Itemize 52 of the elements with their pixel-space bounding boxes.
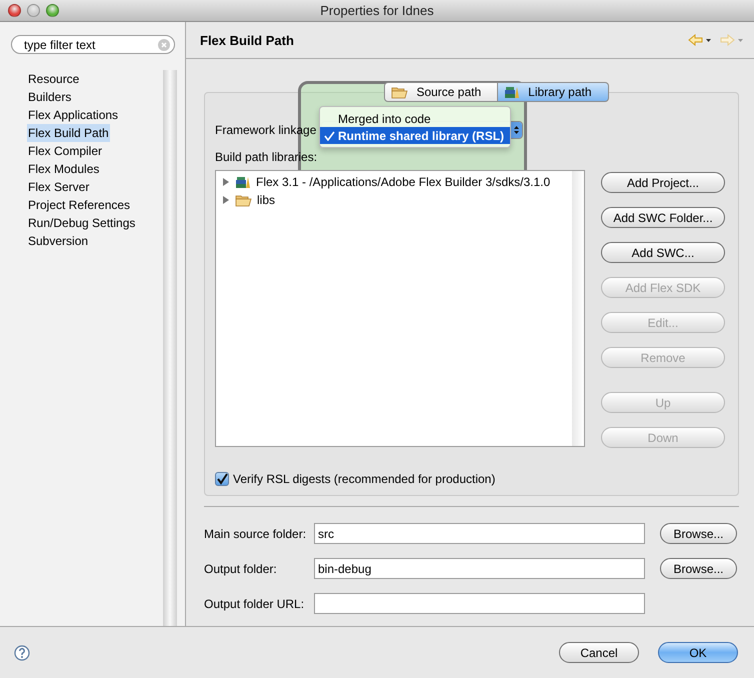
sidebar-item[interactable]: Builders — [27, 88, 72, 106]
forward-arrow-icon[interactable] — [720, 34, 744, 46]
field-label: Output folder: — [204, 562, 278, 576]
library-button[interactable]: Add SWC... — [601, 242, 725, 263]
sidebar-item[interactable]: Flex Applications — [27, 106, 120, 124]
sidebar-item[interactable]: Flex Modules — [27, 160, 100, 178]
field-label: Output folder URL: — [204, 596, 306, 610]
window-title: Properties for Idnes — [319, 3, 435, 18]
tree-item[interactable]: Flex 3.1 - /Applications/Adobe Flex Builder 3/sdks/3.1.0 — [256, 175, 550, 189]
scrollbar[interactable] — [572, 171, 584, 446]
expand-triangle-icon[interactable] — [222, 177, 230, 187]
sidebar-item[interactable]: Flex Build Path — [27, 124, 110, 142]
stepper-icon — [511, 122, 522, 138]
sidebar-item[interactable]: Subversion — [27, 232, 90, 250]
books-icon — [235, 175, 251, 189]
sidebar-item[interactable]: Project References — [27, 196, 132, 214]
library-button[interactable]: Add Project... — [601, 172, 725, 193]
filter-field[interactable]: type filter text — [11, 35, 175, 54]
checkbox[interactable] — [215, 472, 229, 486]
dialog-button[interactable]: OK — [658, 642, 738, 663]
checkmark-icon — [324, 130, 336, 140]
text-field[interactable]: src — [314, 523, 645, 544]
text-field[interactable] — [314, 593, 645, 614]
field-label: Framework linkage — [215, 123, 316, 137]
sidebar-item[interactable]: Flex Compiler — [27, 142, 104, 160]
minimize-icon[interactable] — [27, 4, 40, 17]
menu-item[interactable]: Runtime shared library (RSL) — [320, 127, 510, 144]
sidebar-item[interactable]: Run/Debug Settings — [27, 214, 136, 232]
tab[interactable]: Source path — [384, 82, 498, 102]
browse-button[interactable]: Browse... — [660, 558, 737, 579]
books-icon — [504, 85, 520, 99]
zoom-icon[interactable] — [46, 4, 59, 17]
library-button[interactable]: Add SWC Folder... — [601, 207, 725, 228]
back-arrow-icon[interactable] — [688, 34, 712, 46]
folder-icon — [391, 86, 408, 98]
menu-item[interactable]: Merged into code — [320, 110, 510, 127]
expand-triangle-icon[interactable] — [222, 195, 230, 205]
help-icon[interactable] — [14, 644, 30, 660]
sidebar-item[interactable]: Flex Server — [27, 178, 90, 196]
browse-button[interactable]: Browse... — [660, 523, 737, 544]
dialog-button[interactable]: Cancel — [559, 642, 639, 663]
checkbox-label: Verify RSL digests (recommended for production) — [233, 472, 496, 486]
sidebar-item[interactable]: Resource — [27, 70, 80, 88]
tab[interactable]: Library path — [498, 82, 609, 102]
page-title: Flex Build Path — [200, 32, 294, 48]
scrollbar[interactable] — [163, 70, 177, 626]
tree-item[interactable]: libs — [257, 193, 276, 207]
close-icon[interactable] — [8, 4, 21, 17]
folder-icon — [235, 194, 252, 206]
section-label: Build path libraries: — [215, 150, 318, 164]
text-field[interactable]: bin-debug — [314, 558, 645, 579]
field-label: Main source folder: — [204, 526, 308, 540]
